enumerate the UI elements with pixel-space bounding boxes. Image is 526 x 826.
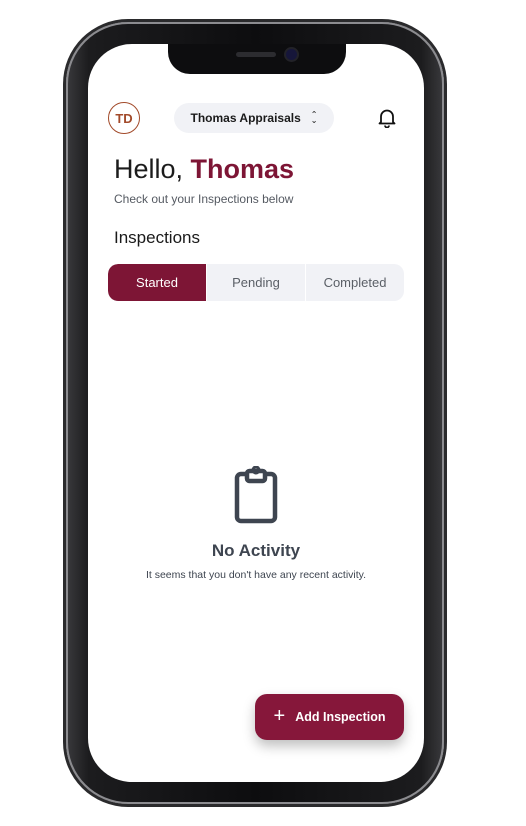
greeting-name: Thomas <box>190 154 295 184</box>
tab-started[interactable]: Started <box>108 264 206 301</box>
greeting-heading: Hello, Thomas <box>114 154 294 185</box>
speaker-grille <box>236 52 276 57</box>
add-inspection-label: Add Inspection <box>295 710 386 724</box>
empty-state-title: No Activity <box>211 541 301 560</box>
tab-completed[interactable]: Completed <box>305 264 404 301</box>
front-camera <box>286 49 297 60</box>
notch <box>168 44 346 74</box>
tab-pending[interactable]: Pending <box>206 264 305 301</box>
chevron-up-down-icon: ⌃ ⌄ <box>310 110 318 125</box>
inspections-heading: Inspections <box>114 228 200 247</box>
empty-state-description: It seems that you don't have any recent … <box>145 569 367 581</box>
company-selector[interactable]: Thomas Appraisals ⌃ ⌄ <box>174 103 334 133</box>
greeting-hello: Hello, <box>114 154 184 184</box>
clipboard-icon <box>234 466 278 524</box>
app-screen: TD Thomas Appraisals ⌃ ⌄ Hello, Thomas Ch… <box>88 44 424 782</box>
user-avatar[interactable]: TD <box>108 102 140 134</box>
add-inspection-button[interactable]: + Add Inspection <box>255 694 404 740</box>
greeting-subtitle: Check out your Inspections below <box>114 192 294 206</box>
company-name: Thomas Appraisals <box>190 111 301 125</box>
plus-icon: + <box>273 705 286 727</box>
inspection-status-tabs: Started Pending Completed <box>108 264 404 301</box>
bell-icon[interactable] <box>378 108 396 128</box>
